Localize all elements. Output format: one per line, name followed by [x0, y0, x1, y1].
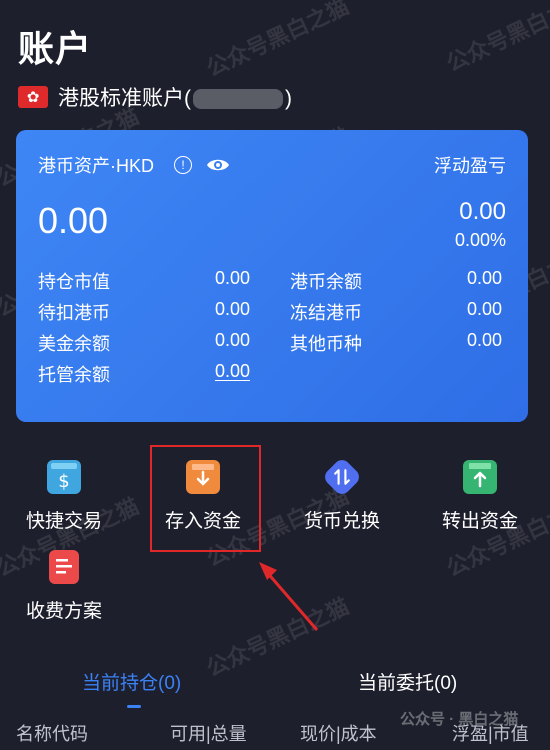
dollar-bag-icon: $ [47, 460, 81, 494]
tab-orders[interactable]: 当前委托(0) [358, 668, 457, 695]
stat-row: 港币余额 0.00 [290, 268, 502, 292]
withdraw-funds-button[interactable]: 转出资金 [420, 460, 540, 533]
column-header: 现价|成本 [300, 724, 377, 744]
active-tab-indicator [127, 705, 141, 708]
currency-exchange-icon [321, 456, 363, 498]
page-title: 账户 [18, 28, 93, 69]
account-name: 港股标准账户() [58, 87, 292, 110]
watermark: 公众号黑白之猫 [442, 0, 550, 77]
fee-plan-label: 收费方案 [25, 601, 102, 622]
column-header: 可用|总量 [170, 724, 247, 744]
annotation-arrow-icon [259, 562, 319, 631]
float-pl-label: 浮动盈亏 [434, 156, 506, 176]
column-header: 浮盈|市值 [452, 724, 529, 744]
quick-trade-label: 快捷交易 [25, 511, 102, 532]
stat-row: 其他币种 0.00 [290, 330, 502, 354]
masked-account-number [193, 89, 283, 110]
eye-icon[interactable] [206, 157, 230, 173]
svg-text:$: $ [58, 471, 69, 492]
total-asset-value: 0.00 [38, 200, 109, 241]
currency-exchange-button[interactable]: 货币兑换 [282, 456, 402, 533]
float-pl-value: 0.00 [459, 198, 506, 225]
hk-flag-icon: ✿ [18, 86, 48, 108]
column-header: 名称代码 [16, 724, 88, 744]
highlight-box [150, 445, 261, 552]
float-pl-percent: 0.00% [454, 230, 506, 250]
watermark: 公众号黑白之猫 [202, 0, 353, 82]
custody-balance-link[interactable]: 0.00 [215, 361, 250, 387]
fee-plan-button[interactable]: 收费方案 [4, 550, 124, 623]
quick-trade-button[interactable]: $ 快捷交易 [4, 460, 124, 533]
info-icon[interactable]: ! [174, 156, 192, 174]
currency-exchange-label: 货币兑换 [303, 511, 380, 532]
upload-icon [463, 460, 497, 494]
stat-row: 冻结港币 0.00 [290, 299, 502, 323]
stat-row: 待扣港币 0.00 [38, 299, 250, 323]
tab-positions[interactable]: 当前持仓(0) [82, 668, 181, 695]
stat-row: 美金余额 0.00 [38, 330, 250, 354]
asset-card: 港币资产·HKD ! 浮动盈亏 0.00 0.00 0.00% 持仓市值 0.00… [16, 130, 528, 422]
stat-row: 持仓市值 0.00 [38, 268, 250, 292]
asset-label: 港币资产·HKD [38, 156, 154, 176]
account-selector[interactable]: ✿ 港股标准账户() [18, 82, 292, 112]
stat-row: 托管余额 0.00 [38, 361, 250, 387]
withdraw-funds-label: 转出资金 [441, 511, 518, 532]
fee-document-icon [49, 550, 79, 584]
